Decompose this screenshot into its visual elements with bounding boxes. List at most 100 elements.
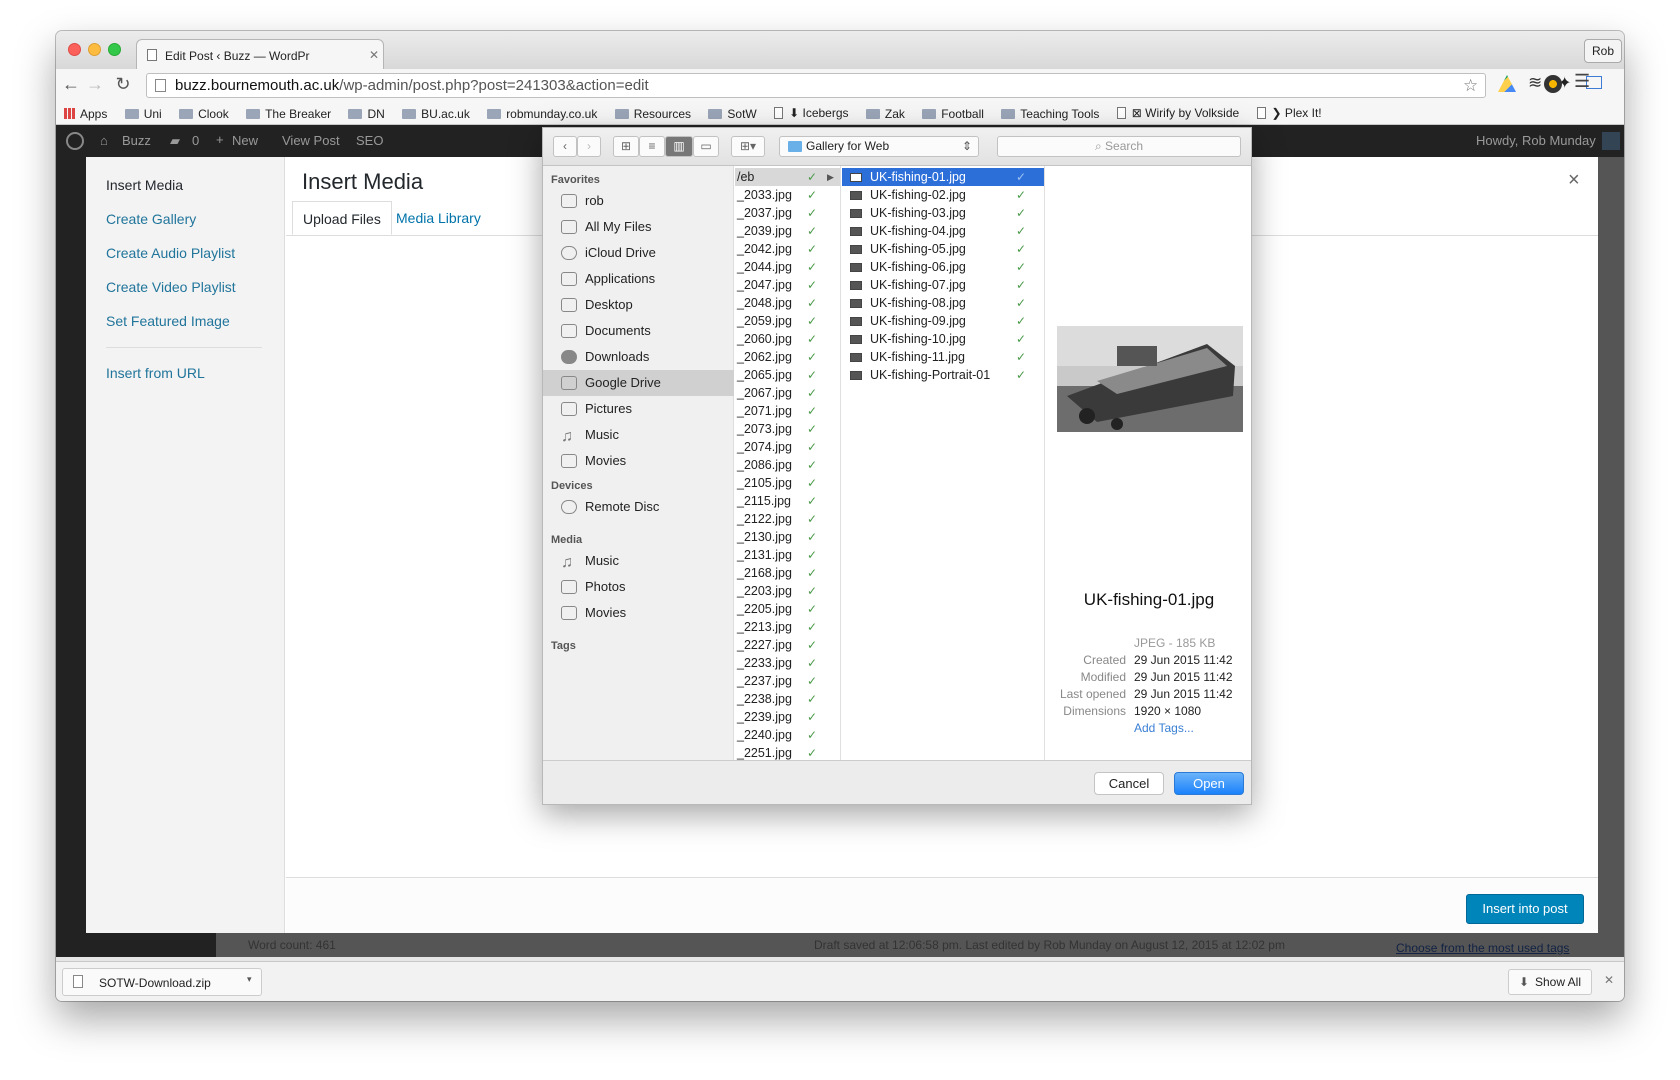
forward-icon[interactable]: → — [84, 74, 106, 95]
coverflow-view-icon[interactable]: ▭ — [693, 136, 719, 157]
menu-insert-media[interactable]: Insert Media — [106, 177, 183, 193]
bookmark-item[interactable]: Zak — [865, 102, 905, 126]
sidebar-item-rob[interactable]: rob — [543, 188, 734, 214]
page-info-icon[interactable] — [155, 79, 166, 92]
sidebar-item-icloud-drive[interactable]: iCloud Drive — [543, 240, 734, 266]
file-row[interactable]: _2059.jpg ✓ — [735, 312, 840, 330]
file-row[interactable]: _2203.jpg ✓ — [735, 582, 840, 600]
file-row[interactable]: _2238.jpg ✓ — [735, 690, 840, 708]
bookmark-item[interactable]: Resources — [614, 102, 691, 126]
file-row[interactable]: _2237.jpg ✓ — [735, 672, 840, 690]
file-row[interactable]: UK-fishing-10.jpg ✓ — [842, 330, 1044, 348]
bookmark-item[interactable]: ⬇ Icebergs — [774, 101, 849, 125]
bookmark-item[interactable]: robmunday.co.uk — [487, 102, 597, 126]
file-row[interactable]: _2131.jpg ✓ — [735, 546, 840, 564]
tab-upload-files[interactable]: Upload Files — [292, 201, 392, 235]
file-row[interactable]: _2065.jpg ✓ — [735, 366, 840, 384]
show-all-button[interactable]: ⬇ Show All — [1508, 969, 1592, 995]
bookmark-item[interactable]: Teaching Tools — [1001, 102, 1099, 126]
close-icon[interactable]: × — [1568, 169, 1580, 192]
file-row[interactable]: UK-fishing-05.jpg ✓ — [842, 240, 1044, 258]
file-row[interactable]: _2227.jpg ✓ — [735, 636, 840, 654]
profile-button[interactable]: Rob — [1584, 39, 1622, 63]
sidebar-item-desktop[interactable]: Desktop — [543, 292, 734, 318]
cancel-button[interactable]: Cancel — [1094, 772, 1164, 795]
folder-popup[interactable]: Gallery for Web ⇕ — [779, 136, 979, 157]
star-icon[interactable]: ☆ — [1463, 74, 1478, 97]
file-row[interactable]: _2047.jpg ✓ — [735, 276, 840, 294]
column-view-icon[interactable]: ▥ — [665, 136, 693, 157]
back-icon[interactable]: ← — [60, 74, 82, 95]
site-name[interactable]: Buzz — [122, 133, 151, 148]
file-row[interactable]: UK-fishing-08.jpg ✓ — [842, 294, 1044, 312]
close-window-button[interactable] — [68, 43, 81, 56]
howdy-account[interactable]: Howdy, Rob Munday — [1476, 133, 1596, 148]
file-row[interactable]: UK-fishing-07.jpg ✓ — [842, 276, 1044, 294]
file-row[interactable]: _2071.jpg ✓ — [735, 402, 840, 420]
sidebar-item-documents[interactable]: Documents — [543, 318, 734, 344]
reload-icon[interactable]: ↻ — [112, 74, 134, 95]
file-row[interactable]: UK-fishing-03.jpg ✓ — [842, 204, 1044, 222]
arrange-icon[interactable]: ⊞▾ — [731, 136, 765, 157]
comment-count[interactable]: 0 — [192, 133, 199, 148]
file-row[interactable]: _2044.jpg ✓ — [735, 258, 840, 276]
file-row[interactable]: _2039.jpg ✓ — [735, 222, 840, 240]
color-picker-icon[interactable] — [1544, 75, 1562, 93]
sidebar-item-all-my-files[interactable]: All My Files — [543, 214, 734, 240]
file-row[interactable]: _2105.jpg ✓ — [735, 474, 840, 492]
most-used-tags-link[interactable]: Choose from the most used tags — [1396, 941, 1569, 955]
bookmark-item[interactable]: Clook — [179, 102, 229, 126]
menu-create-gallery[interactable]: Create Gallery — [106, 211, 196, 227]
file-row[interactable]: _2240.jpg ✓ — [735, 726, 840, 744]
close-tab-icon[interactable]: ✕ — [369, 48, 379, 62]
file-row[interactable]: _2233.jpg ✓ — [735, 654, 840, 672]
forward-icon[interactable]: › — [577, 136, 601, 157]
file-row[interactable]: _2033.jpg ✓ — [735, 186, 840, 204]
sidebar-item-media-movies[interactable]: Movies — [543, 600, 734, 626]
new-menu[interactable]: New — [232, 133, 258, 148]
add-tags-link[interactable]: Add Tags... — [1134, 721, 1194, 735]
file-row[interactable]: UK-fishing-11.jpg ✓ — [842, 348, 1044, 366]
file-row[interactable]: UK-fishing-01.jpg ✓ — [842, 168, 1044, 186]
browser-tab[interactable]: Edit Post ‹ Buzz — WordPr ✕ — [136, 39, 384, 69]
file-row[interactable]: _2115.jpg ✓ — [735, 492, 840, 510]
google-drive-icon[interactable] — [1498, 75, 1516, 92]
file-row[interactable]: UK-fishing-09.jpg ✓ — [842, 312, 1044, 330]
file-row[interactable]: _2122.jpg ✓ — [735, 510, 840, 528]
sidebar-item-downloads[interactable]: Downloads — [543, 344, 734, 370]
file-row[interactable]: _2130.jpg ✓ — [735, 528, 840, 546]
sidebar-item-google-drive[interactable]: Google Drive — [543, 370, 734, 396]
file-row[interactable]: UK-fishing-Portrait-01 ✓ — [842, 366, 1044, 384]
file-row[interactable]: _2062.jpg ✓ — [735, 348, 840, 366]
sidebar-item-music[interactable]: ♫ Music — [543, 422, 734, 448]
sidebar-item-photos[interactable]: Photos — [543, 574, 734, 600]
bookmark-item[interactable]: ⊠ Wirify by Volkside — [1116, 101, 1239, 125]
file-row[interactable]: _2073.jpg ✓ — [735, 420, 840, 438]
file-row[interactable]: _2074.jpg ✓ — [735, 438, 840, 456]
menu-set-featured-image[interactable]: Set Featured Image — [106, 313, 230, 329]
file-row[interactable]: _2067.jpg ✓ — [735, 384, 840, 402]
download-item[interactable]: SOTW-Download.zip ▾ — [62, 968, 262, 996]
bookmark-item[interactable]: The Breaker — [246, 102, 331, 126]
file-row[interactable]: _2205.jpg ✓ — [735, 600, 840, 618]
sidebar-item-pictures[interactable]: Pictures — [543, 396, 734, 422]
insert-into-post-button[interactable]: Insert into post — [1466, 894, 1584, 924]
file-row[interactable]: _2213.jpg ✓ — [735, 618, 840, 636]
sidebar-item-remote-disc[interactable]: Remote Disc — [543, 494, 734, 520]
file-row[interactable]: _2042.jpg ✓ — [735, 240, 840, 258]
wordpress-icon[interactable] — [66, 132, 84, 150]
sidebar-item-applications[interactable]: Applications — [543, 266, 734, 292]
selected-folder-row[interactable]: /eb ✓ ▶ — [735, 168, 840, 186]
bookmark-item[interactable]: BU.ac.uk — [402, 102, 470, 126]
bookmark-item[interactable]: DN — [348, 102, 385, 126]
tab-media-library[interactable]: Media Library — [386, 201, 491, 235]
back-icon[interactable]: ‹ — [553, 136, 577, 157]
file-row[interactable]: _2037.jpg ✓ — [735, 204, 840, 222]
sidebar-item-movies[interactable]: Movies — [543, 448, 734, 474]
seo-menu[interactable]: SEO — [356, 133, 383, 148]
file-row[interactable]: UK-fishing-04.jpg ✓ — [842, 222, 1044, 240]
file-row[interactable]: _2048.jpg ✓ — [735, 294, 840, 312]
close-download-bar-icon[interactable]: ✕ — [1604, 973, 1614, 987]
minimize-window-button[interactable] — [88, 43, 101, 56]
file-row[interactable]: UK-fishing-02.jpg ✓ — [842, 186, 1044, 204]
